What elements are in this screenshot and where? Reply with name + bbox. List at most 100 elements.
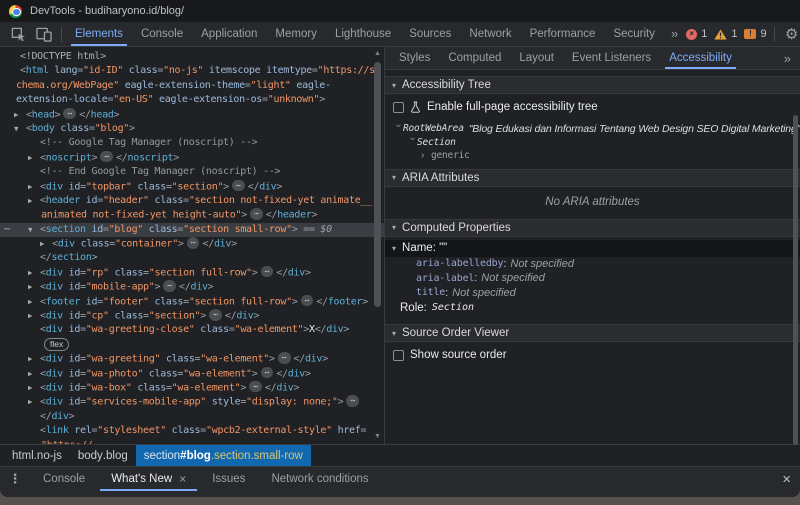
- drawer-tab-console[interactable]: Console: [30, 467, 98, 491]
- inline-expand-button[interactable]: ⋯: [249, 380, 262, 393]
- elements-tree-row[interactable]: ▶ <div id="mobile-app"> ⋯ </div>: [0, 280, 384, 294]
- settings-button[interactable]: ⚙: [779, 22, 800, 46]
- scroll-down-icon[interactable]: ▼: [372, 433, 383, 441]
- more-actions-icon[interactable]: ⋯: [4, 223, 10, 237]
- inline-expand-button[interactable]: ⋯: [300, 294, 314, 307]
- collapse-arrow-icon[interactable]: ▼: [14, 122, 19, 136]
- sidebar-more-chevron[interactable]: »: [777, 47, 798, 71]
- elements-tree-row[interactable]: chema.org/WebPage" eagle-extension-theme…: [0, 79, 384, 93]
- side-tab-accessibility[interactable]: Accessibility: [660, 47, 741, 69]
- inline-expand-button[interactable]: ⋯: [249, 208, 263, 220]
- inline-expand-button[interactable]: ⋯: [260, 366, 274, 379]
- inline-expand-button[interactable]: ⋯: [231, 179, 245, 192]
- side-tab-layout[interactable]: Layout: [510, 47, 563, 69]
- scrollbar-thumb[interactable]: [374, 62, 381, 307]
- expand-arrow-icon[interactable]: ▶: [28, 151, 33, 165]
- expand-arrow-icon[interactable]: ▶: [28, 266, 33, 280]
- elements-tree-row[interactable]: <div id="wa-greeting-close" class="wa-el…: [0, 323, 384, 337]
- show-source-order-checkbox[interactable]: [393, 349, 404, 361]
- inspect-element-button[interactable]: [5, 22, 31, 46]
- computed-name-row[interactable]: ▾ Name: "": [385, 239, 800, 257]
- drawer-tab-what-s-new[interactable]: What's New ×: [98, 467, 199, 491]
- elements-tree-row[interactable]: "https://: [0, 439, 384, 444]
- collapse-arrow-icon[interactable]: ›: [407, 137, 418, 147]
- elements-tree-row[interactable]: ▼ <body class="blog">: [0, 122, 384, 136]
- breadcrumb-item[interactable]: section #blog .section.small-row: [135, 445, 311, 466]
- inline-expand-button[interactable]: ⋯: [186, 237, 200, 249]
- tab-console[interactable]: Console: [132, 22, 192, 46]
- close-tab-icon[interactable]: ×: [179, 473, 186, 485]
- expand-arrow-icon[interactable]: ▶: [28, 180, 33, 194]
- inline-expand-button[interactable]: ⋯: [346, 395, 360, 407]
- expand-arrow-icon[interactable]: ▶: [28, 367, 33, 381]
- a11y-tree-node[interactable]: › generic: [393, 149, 800, 163]
- tab-lighthouse[interactable]: Lighthouse: [326, 22, 400, 46]
- expand-arrow-icon[interactable]: ▶: [40, 237, 45, 251]
- inline-expand-button[interactable]: ⋯: [163, 280, 177, 292]
- elements-tree-row[interactable]: <link rel="stylesheet" class="wpcb2-exte…: [0, 424, 384, 438]
- expand-arrow-icon[interactable]: ▶: [28, 194, 33, 208]
- enable-fullpage-checkbox[interactable]: [393, 101, 404, 113]
- drawer-tab-issues[interactable]: Issues: [199, 467, 258, 491]
- expand-arrow-icon[interactable]: ▶: [14, 108, 19, 122]
- breadcrumb-item[interactable]: body .blog: [70, 445, 136, 466]
- tab-memory[interactable]: Memory: [266, 22, 326, 46]
- flex-badge[interactable]: flex: [44, 337, 70, 351]
- inline-expand-button[interactable]: ⋯: [277, 352, 291, 364]
- tab-network[interactable]: Network: [460, 22, 520, 46]
- elements-tree-row[interactable]: ▶ <div id="wa-box" class="wa-element"> ⋯ </…: [0, 380, 384, 395]
- elements-tree-row[interactable]: ▶ <div id="wa-photo" class="wa-element"> ⋯…: [0, 366, 384, 381]
- expand-arrow-icon[interactable]: ▶: [28, 352, 33, 366]
- side-tab-event-listeners[interactable]: Event Listeners: [563, 47, 660, 69]
- elements-tree-row[interactable]: ▶ <noscript> ⋯ </noscript>: [0, 150, 384, 165]
- source-order-header[interactable]: ▾ Source Order Viewer: [385, 324, 800, 342]
- drawer-tab-network-conditions[interactable]: Network conditions: [258, 467, 381, 491]
- scroll-up-icon[interactable]: ▲: [372, 50, 383, 58]
- elements-tree-row[interactable]: ▶ <footer id="footer" class="section full…: [0, 294, 384, 309]
- expand-arrow-icon[interactable]: ▶: [28, 395, 33, 409]
- side-tab-styles[interactable]: Styles: [390, 47, 439, 69]
- aria-attributes-header[interactable]: ▾ ARIA Attributes: [385, 168, 800, 187]
- elements-tree-row[interactable]: <!-- Google Tag Manager (noscript) -->: [0, 136, 384, 150]
- tab-application[interactable]: Application: [192, 22, 266, 46]
- warning-icon[interactable]: [714, 29, 728, 40]
- drawer-close-button[interactable]: ×: [782, 467, 791, 491]
- elements-tree-row[interactable]: <!-- End Google Tag Manager (noscript) -…: [0, 165, 384, 179]
- breadcrumb-item[interactable]: html .no-js: [4, 445, 70, 466]
- elements-tree-row[interactable]: ▶ <div id="rp" class="section full-row"> ⋯…: [0, 265, 384, 280]
- inline-expand-button[interactable]: ⋯: [260, 265, 274, 278]
- device-toolbar-button[interactable]: [31, 22, 57, 46]
- drawer-menu-button[interactable]: ⋮: [0, 467, 30, 491]
- elements-tree-row[interactable]: ▶ <head> ⋯ </head>: [0, 107, 384, 122]
- elements-tree-row[interactable]: ⋯ ▼ <section id="blog" class="section smal…: [0, 222, 384, 238]
- elements-tree-row[interactable]: <!DOCTYPE html>: [0, 50, 384, 64]
- expand-arrow-icon[interactable]: ▶: [28, 381, 33, 395]
- error-icon[interactable]: ×: [686, 28, 698, 40]
- scrollbar-thumb[interactable]: [793, 115, 798, 445]
- accessibility-tree-header[interactable]: ▾ Accessibility Tree: [385, 76, 800, 94]
- collapse-arrow-icon[interactable]: ▼: [28, 223, 33, 237]
- tab-performance[interactable]: Performance: [521, 22, 605, 46]
- expand-arrow-icon[interactable]: ▶: [28, 280, 33, 294]
- collapse-arrow-icon[interactable]: ›: [393, 124, 404, 134]
- elements-tree-row[interactable]: </div>: [0, 410, 384, 424]
- elements-tree-row[interactable]: </section>: [0, 251, 384, 265]
- tab-security[interactable]: Security: [604, 22, 664, 46]
- more-tabs-chevron[interactable]: »: [664, 22, 685, 46]
- inline-expand-button[interactable]: ⋯: [209, 309, 222, 321]
- elements-tree-row[interactable]: ▶ <div id="cp" class="section"> ⋯ </div>: [0, 309, 384, 323]
- elements-tree-row[interactable]: ▶ <div id="topbar" class="section"> ⋯ </div…: [0, 179, 384, 194]
- tab-elements[interactable]: Elements: [66, 22, 132, 46]
- inline-expand-button[interactable]: ⋯: [100, 150, 114, 163]
- issues-icon[interactable]: !: [744, 29, 757, 39]
- elements-scrollbar[interactable]: ▲ ▼: [372, 50, 383, 441]
- elements-tree-row[interactable]: ▶ <div class="container"> ⋯ </div>: [0, 237, 384, 251]
- expand-arrow-icon[interactable]: ›: [421, 150, 431, 161]
- elements-tree-row[interactable]: flex: [0, 337, 384, 352]
- sidebar-scrollbar[interactable]: [792, 75, 799, 445]
- expand-arrow-icon[interactable]: ▶: [28, 295, 33, 309]
- elements-tree-row[interactable]: <html lang="id-ID" class="no-js" itemsco…: [0, 64, 384, 78]
- tab-sources[interactable]: Sources: [400, 22, 460, 46]
- expand-arrow-icon[interactable]: ▶: [28, 309, 33, 323]
- elements-tree-row[interactable]: ▶ <header id="header" class="section not-…: [0, 194, 384, 208]
